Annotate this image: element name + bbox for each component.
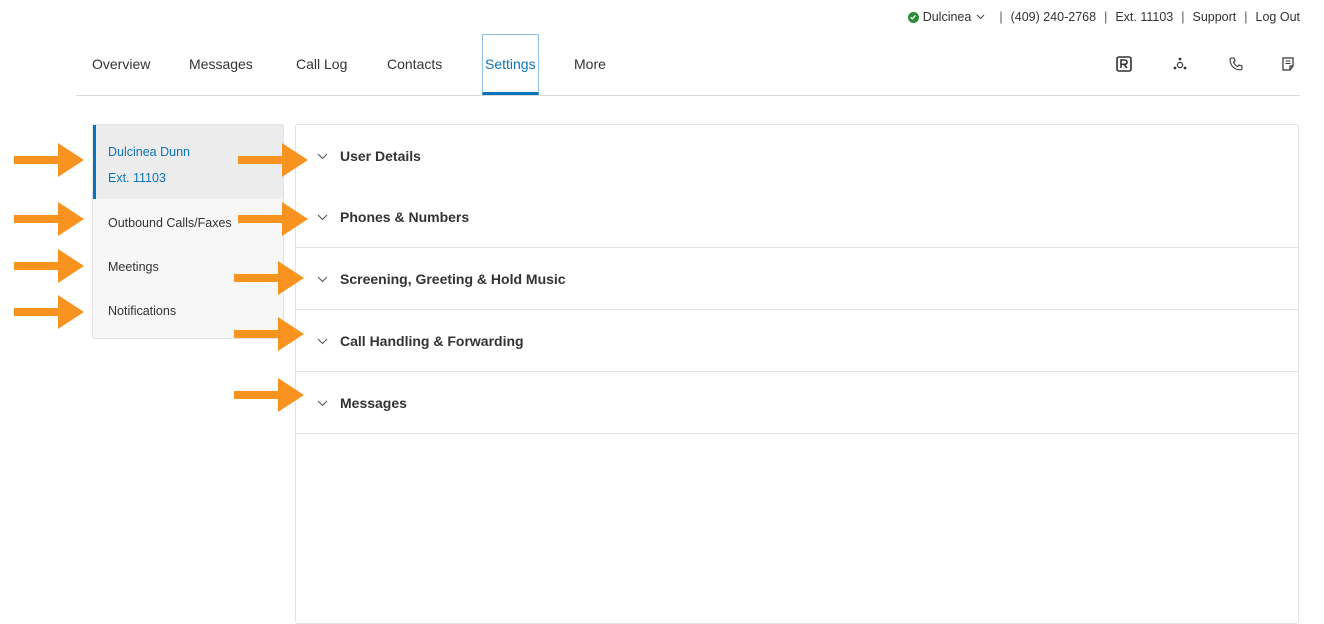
r-app-icon[interactable] xyxy=(1116,56,1132,72)
chevron-down-icon xyxy=(317,153,328,160)
separator: | xyxy=(1181,10,1185,24)
section-screening-greeting-hold-music[interactable]: Screening, Greeting & Hold Music xyxy=(296,248,1298,310)
arrow-pointer-icon xyxy=(234,378,304,412)
phone-icon[interactable] xyxy=(1228,56,1244,72)
sidebar-item-outbound-calls-faxes[interactable]: Outbound Calls/Faxes xyxy=(93,199,283,243)
extension-number: Ext. 11103 xyxy=(1115,10,1174,24)
support-link[interactable]: Support xyxy=(1192,10,1236,24)
arrow-pointer-icon xyxy=(14,143,84,177)
sidebar-item-user[interactable]: Dulcinea Dunn Ext. 11103 xyxy=(93,125,283,199)
arrow-pointer-icon xyxy=(14,249,84,283)
sidebar-user-name: Dulcinea Dunn xyxy=(108,145,190,159)
sidebar-user-ext: Ext. 11103 xyxy=(108,171,166,185)
chevron-down-icon xyxy=(317,214,328,221)
section-title: Phones & Numbers xyxy=(340,209,470,225)
separator: | xyxy=(999,10,1003,24)
section-user-details[interactable]: User Details xyxy=(296,125,1298,186)
sidebar-item-label: Outbound Calls/Faxes xyxy=(108,216,232,230)
tab-settings[interactable]: Settings xyxy=(482,34,539,95)
sidebar-item-label: Meetings xyxy=(108,260,159,274)
sidebar-item-meetings[interactable]: Meetings xyxy=(93,243,283,287)
separator: | xyxy=(1244,10,1248,24)
tab-contacts[interactable]: Contacts xyxy=(387,34,442,95)
top-utility-bar: Dulcinea | (409) 240-2768 | Ext. 11103 |… xyxy=(907,8,1300,26)
section-title: User Details xyxy=(340,148,421,164)
notes-icon[interactable] xyxy=(1280,56,1296,72)
arrow-pointer-icon xyxy=(14,202,84,236)
user-menu-name[interactable]: Dulcinea xyxy=(923,10,972,24)
logout-link[interactable]: Log Out xyxy=(1256,10,1300,24)
separator: | xyxy=(1104,10,1108,24)
arrow-pointer-icon xyxy=(14,295,84,329)
online-status-icon xyxy=(907,11,919,23)
tab-overview[interactable]: Overview xyxy=(92,34,150,95)
chevron-down-icon xyxy=(317,338,328,345)
section-messages[interactable]: Messages xyxy=(296,372,1298,434)
chevron-down-icon xyxy=(317,400,328,407)
section-title: Call Handling & Forwarding xyxy=(340,333,524,349)
tab-more[interactable]: More xyxy=(574,34,606,95)
section-call-handling-forwarding[interactable]: Call Handling & Forwarding xyxy=(296,310,1298,372)
sidebar-item-label: Notifications xyxy=(108,304,177,318)
chevron-down-icon xyxy=(317,276,328,283)
chevron-down-icon[interactable] xyxy=(976,14,985,20)
settings-sidebar: Dulcinea Dunn Ext. 11103 Outbound Calls/… xyxy=(92,124,284,339)
tab-messages[interactable]: Messages xyxy=(189,34,253,95)
sidebar-item-notifications[interactable]: Notifications xyxy=(93,287,283,331)
network-icon[interactable] xyxy=(1172,56,1188,72)
tab-call-log[interactable]: Call Log xyxy=(296,34,347,95)
section-phones-numbers[interactable]: Phones & Numbers xyxy=(296,186,1298,248)
main-nav: Overview Messages Call Log Contacts Sett… xyxy=(76,34,1300,96)
section-title: Messages xyxy=(340,395,407,411)
section-title: Screening, Greeting & Hold Music xyxy=(340,271,566,287)
settings-accordion: User Details Phones & Numbers Screening,… xyxy=(295,124,1299,624)
phone-number: (409) 240-2768 xyxy=(1010,10,1097,24)
